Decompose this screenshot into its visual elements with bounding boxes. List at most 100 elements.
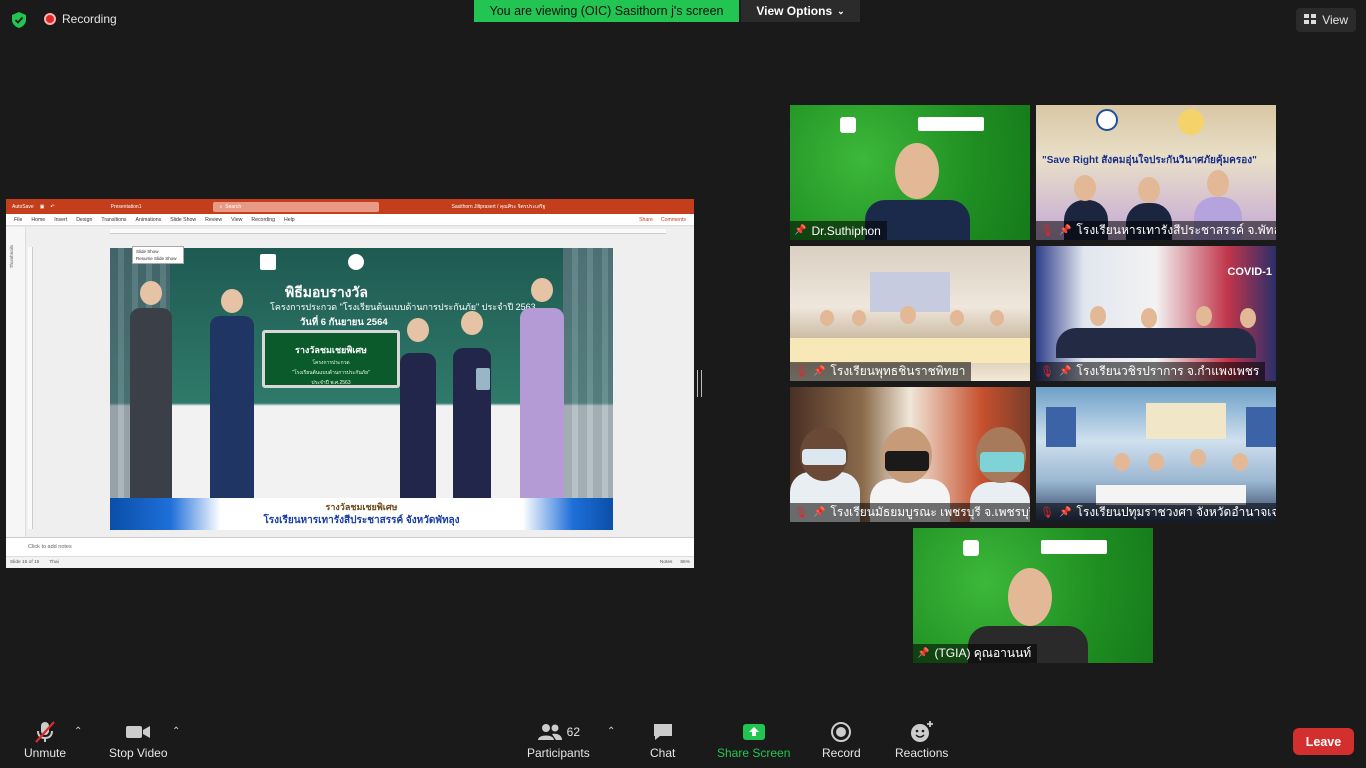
- person-face: [852, 310, 866, 326]
- stop-video-label: Stop Video: [109, 746, 168, 760]
- student-2-face: [1138, 177, 1160, 203]
- stop-video-button[interactable]: Stop Video: [109, 718, 168, 760]
- share-screen-label: Share Screen: [717, 746, 791, 760]
- person-face: [1240, 308, 1256, 328]
- participants-button[interactable]: 62 Participants: [527, 718, 590, 760]
- tgia-logo: [1041, 540, 1107, 554]
- person-face: [900, 306, 916, 324]
- chat-label: Chat: [650, 746, 676, 760]
- tile-name-bar: 📌 (TGIA) คุณอานนท์: [913, 644, 1038, 663]
- recording-icon: [44, 13, 56, 25]
- status-language: Thai: [49, 560, 59, 565]
- person-face: [1190, 449, 1206, 467]
- pin-icon: 📌: [794, 225, 807, 236]
- leave-button[interactable]: Leave: [1293, 728, 1354, 755]
- video-options-caret[interactable]: ⌃: [172, 726, 180, 737]
- recording-indicator[interactable]: Recording: [44, 12, 117, 26]
- video-tile-matthayom-buranа[interactable]: 🎙 📌 โรงเรียนมัธยมบูรณะ เพชรบุรี จ.เพชรบุ…: [790, 387, 1030, 522]
- pin-icon: 📌: [1058, 366, 1072, 377]
- chat-bubble-icon: [652, 718, 674, 746]
- save-icon: ▣: [39, 203, 45, 210]
- video-tile-dr-suthiphon[interactable]: 📌 Dr.Suthiphon: [790, 105, 1030, 240]
- view-options-button[interactable]: View Options ⌄: [741, 0, 860, 22]
- ppt-editor-area: Thumbnails พิธีมอบรางวัล โครงการประกวด "…: [6, 227, 694, 537]
- tgia-logo: [348, 254, 364, 270]
- video-tile-wachiraprakan[interactable]: COVID-1 🎙 📌 โรงเรียนวชิรปราการ จ.กำแพงเพ…: [1036, 246, 1276, 381]
- student-1-face: [1074, 175, 1096, 201]
- recording-label: Recording: [62, 12, 117, 26]
- record-button[interactable]: Record: [822, 718, 861, 760]
- person-face: [1148, 453, 1164, 471]
- video-tile-tgia-anon[interactable]: 📌 (TGIA) คุณอานนท์: [913, 528, 1153, 663]
- oic-logo: [963, 540, 979, 556]
- reactions-button[interactable]: Reactions: [895, 718, 948, 760]
- thumbnail-rail: Thumbnails: [6, 227, 26, 537]
- viewing-screen-banner: You are viewing (OIC) Sasithorn j's scre…: [474, 0, 739, 22]
- student-row: [1056, 328, 1256, 358]
- pin-icon: 📌: [812, 366, 826, 377]
- shared-screen[interactable]: AutoSave ▣ ↶ Presentation1 ⌕ Search Sasi…: [6, 199, 694, 568]
- tile-name-bar: 📌 Dr.Suthiphon: [790, 221, 887, 240]
- blue-banner: [1046, 407, 1076, 447]
- person-face: [1141, 308, 1157, 328]
- panel-splitter[interactable]: [697, 370, 702, 397]
- tile-name-bar: 🎙 📌 โรงเรียนมัธยมบูรณะ เพชรบุรี จ.เพชรบุ…: [790, 503, 1030, 522]
- face-mask: [885, 451, 929, 471]
- student-3-face: [1207, 170, 1229, 197]
- blue-banner: [1246, 407, 1276, 447]
- pin-icon: 📌: [812, 507, 826, 518]
- ruler-horizontal: [110, 229, 666, 234]
- video-tile-pathum-ratchawongsa[interactable]: 🎙 📌 โรงเรียนปทุมราชวงศา จังหวัดอำนาจเจ..…: [1036, 387, 1276, 522]
- slideshow-popup: Slide Show Resume Slide Show: [132, 246, 184, 264]
- chevron-down-icon: ⌄: [837, 5, 845, 16]
- ppt-search-box: ⌕ Search: [213, 201, 380, 212]
- share-screen-button[interactable]: Share Screen: [717, 718, 790, 760]
- mic-muted-icon: 🎙: [1040, 507, 1054, 519]
- search-icon: ⌕: [219, 203, 223, 210]
- ppt-menu-insert: Insert: [54, 216, 68, 223]
- video-tile-school-phatthalung[interactable]: "Save Right สังคมอุ่นใจประกันวินาศภัยคุ้…: [1036, 105, 1276, 240]
- display-board: [1146, 403, 1226, 439]
- chat-button[interactable]: Chat: [650, 718, 675, 760]
- pin-icon: 📌: [1058, 225, 1072, 236]
- person-1-head: [140, 281, 162, 305]
- record-label: Record: [822, 746, 861, 760]
- view-button[interactable]: View: [1296, 8, 1356, 32]
- ppt-app-title: Presentation1: [110, 203, 142, 210]
- zoom-meeting-window: Recording You are viewing (OIC) Sasithor…: [0, 0, 1366, 768]
- caption-award: รางวัลชมเชยพิเศษ: [325, 502, 398, 512]
- slide-bg-photos-right: [563, 248, 613, 498]
- mic-muted-icon: 🎙: [1040, 225, 1054, 237]
- reactions-label: Reactions: [895, 746, 949, 760]
- speaker-face: [1008, 568, 1052, 626]
- mic-muted-icon: 🎙: [794, 507, 808, 519]
- video-tile-phutthachinnarat[interactable]: 🎙 📌 โรงเรียนพุทธชินราชพิทยา: [790, 246, 1030, 381]
- ppt-share-label: Share: [639, 216, 653, 223]
- participants-options-caret[interactable]: ⌃: [607, 726, 615, 737]
- face-mask: [980, 452, 1024, 472]
- table: [1096, 485, 1246, 505]
- participants-label: Participants: [527, 746, 590, 760]
- unmute-label: Unmute: [24, 746, 67, 760]
- status-zoom: 86%: [680, 560, 690, 565]
- oic-logo: [1096, 109, 1118, 131]
- ppt-title-bar: AutoSave ▣ ↶ Presentation1 ⌕ Search Sasi…: [6, 199, 694, 214]
- share-screen-icon: [742, 718, 766, 746]
- audio-options-caret[interactable]: ⌃: [74, 726, 82, 737]
- ppt-ribbon-menu: File Home Insert Design Transitions Anim…: [6, 214, 694, 226]
- save-right-banner: "Save Right สังคมอุ่นใจประกันวินาศภัยคุ้…: [1042, 155, 1257, 166]
- undo-icon: ↶: [50, 203, 55, 210]
- trophy: [476, 368, 490, 390]
- security-shield-icon[interactable]: [10, 11, 28, 29]
- video-camera-icon: [125, 718, 151, 746]
- ppt-menu-design: Design: [76, 216, 93, 223]
- person-face: [1090, 306, 1106, 326]
- participant-name: โรงเรียนมัธยมบูรณะ เพชรบุรี จ.เพชรบุรี: [830, 505, 1030, 519]
- unmute-button[interactable]: Unmute: [24, 718, 66, 760]
- tile-name-bar: 🎙 📌 โรงเรียนวชิรปราการ จ.กำแพงเพชร: [1036, 362, 1266, 381]
- person-face: [820, 310, 834, 326]
- table-cloth: [790, 338, 1030, 363]
- ppt-comments-label: Comments: [660, 216, 686, 223]
- covid-poster-text: COVID-1: [1227, 266, 1272, 278]
- participants-icon: 62: [537, 718, 580, 746]
